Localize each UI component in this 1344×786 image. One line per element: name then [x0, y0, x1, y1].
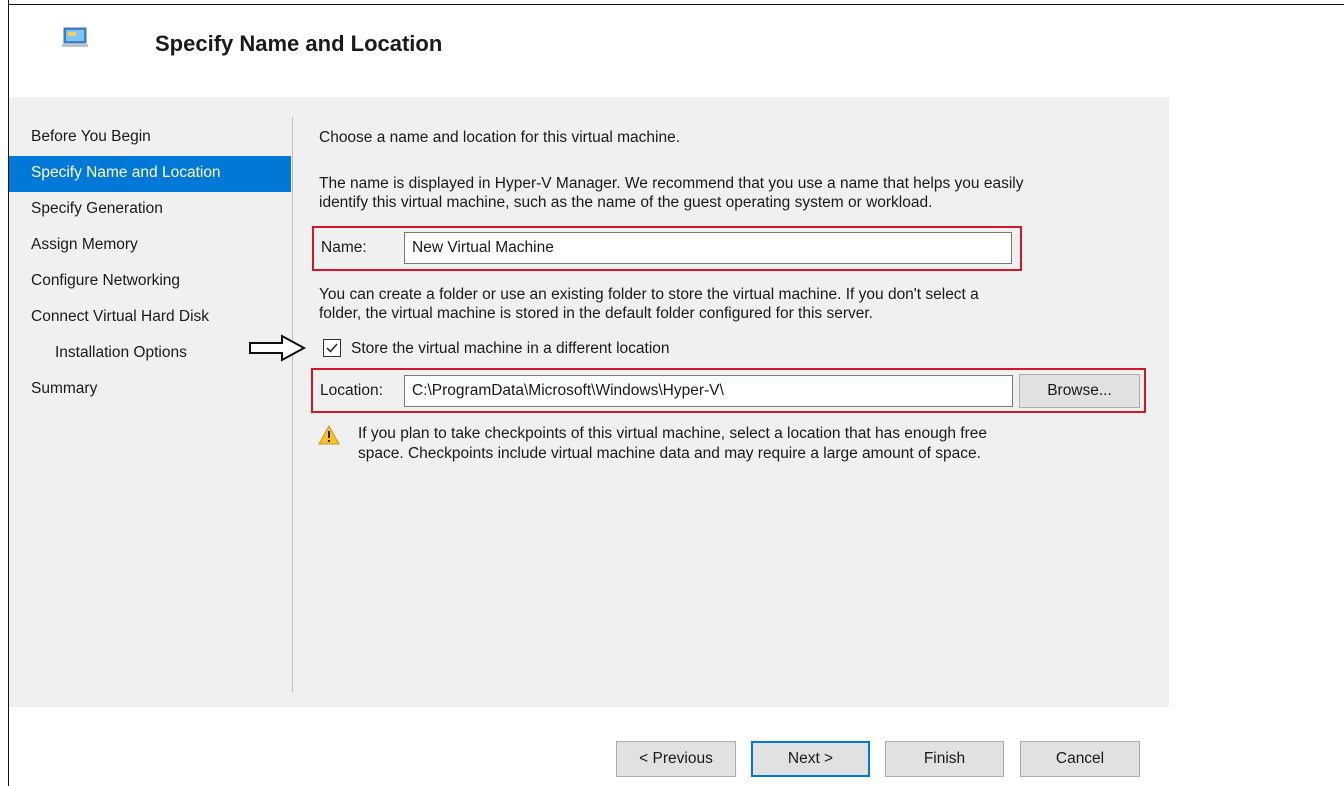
wizard-header: Specify Name and Location [9, 5, 1169, 97]
nav-item-label: Specify Generation [31, 200, 163, 217]
nav-item-label: Installation Options [55, 344, 187, 361]
name-help-line-1: The name is displayed in Hyper-V Manager… [319, 175, 1024, 192]
next-button[interactable]: Next > [751, 741, 870, 777]
warning-icon [318, 424, 340, 449]
nav-item-label: Assign Memory [31, 236, 138, 253]
cancel-button[interactable]: Cancel [1020, 741, 1140, 777]
nav-item-specify-name-and-location[interactable]: Specify Name and Location [9, 156, 291, 192]
store-location-checkbox[interactable] [323, 339, 341, 357]
checkmark-icon [326, 343, 338, 353]
nav-item-summary[interactable]: Summary [9, 372, 291, 408]
store-location-checkbox-label[interactable]: Store the virtual machine in a different… [351, 339, 670, 359]
checkpoint-warning-line-1: If you plan to take checkpoints of this … [358, 425, 987, 442]
name-help-line-2: identify this virtual machine, such as t… [319, 194, 933, 211]
checkpoint-warning-line-2: space. Checkpoints include virtual machi… [358, 445, 981, 462]
name-label: Name: [321, 239, 367, 256]
nav-divider [292, 117, 293, 692]
nav-item-label: Summary [31, 380, 98, 397]
name-input[interactable]: New Virtual Machine [404, 232, 1012, 264]
location-label: Location: [320, 382, 383, 399]
nav-item-label: Configure Networking [31, 272, 181, 289]
nav-item-configure-networking[interactable]: Configure Networking [9, 264, 291, 300]
intro-text: Choose a name and location for this virt… [319, 129, 681, 146]
nav-item-label: Connect Virtual Hard Disk [31, 308, 210, 325]
virtual-machine-icon [61, 27, 91, 49]
nav-item-specify-generation[interactable]: Specify Generation [9, 192, 291, 228]
previous-button[interactable]: < Previous [616, 741, 736, 777]
nav-item-label: Before You Begin [31, 128, 151, 145]
nav-item-assign-memory[interactable]: Assign Memory [9, 228, 291, 264]
pointer-arrow-icon [248, 333, 310, 367]
browse-button[interactable]: Browse... [1019, 374, 1140, 408]
folder-help-line-2: folder, the virtual machine is stored in… [319, 305, 873, 322]
nav-item-connect-virtual-hard-disk[interactable]: Connect Virtual Hard Disk [9, 300, 291, 336]
nav-item-label: Specify Name and Location [31, 164, 221, 181]
location-input[interactable]: C:\ProgramData\Microsoft\Windows\Hyper-V… [404, 375, 1013, 407]
finish-button[interactable]: Finish [885, 741, 1004, 777]
folder-help-line-1: You can create a folder or use an existi… [319, 286, 979, 303]
page-title: Specify Name and Location [155, 31, 443, 56]
nav-item-before-you-begin[interactable]: Before You Begin [9, 120, 291, 156]
